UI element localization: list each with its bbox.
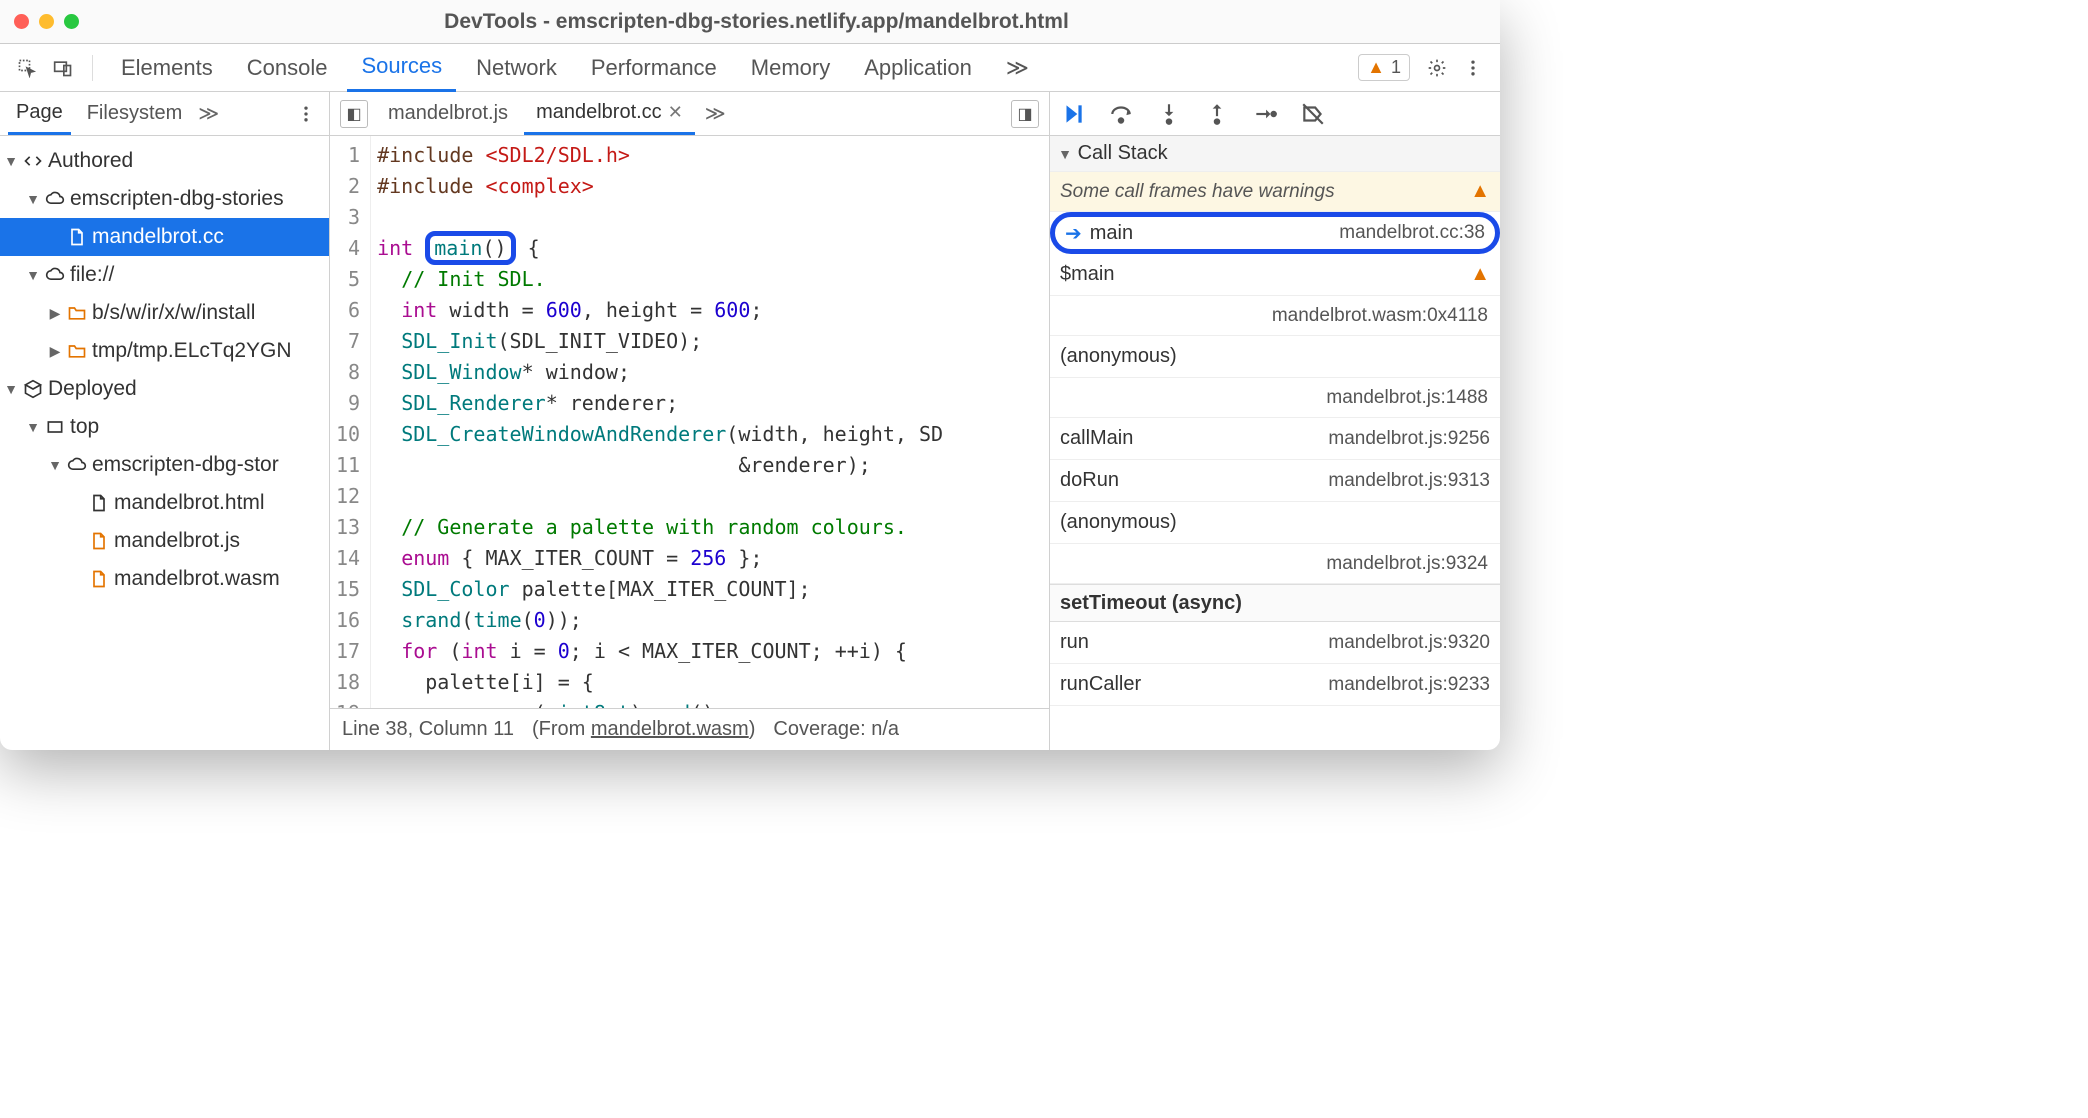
resume-icon[interactable] [1060, 101, 1086, 127]
warning-icon: ▲ [1470, 263, 1490, 286]
cloud-icon [66, 454, 88, 476]
tab-elements[interactable]: Elements [107, 45, 227, 91]
stack-frame[interactable]: (anonymous) [1050, 502, 1500, 544]
code-editor[interactable]: 12345678910111213141516171819 #include <… [330, 136, 1049, 708]
tree-item[interactable]: ▼file:// [0, 256, 329, 294]
tree-item[interactable]: ▼Deployed [0, 370, 329, 408]
cloud-icon [44, 264, 66, 286]
call-stack-header[interactable]: ▼ Call Stack [1050, 136, 1500, 172]
navigator-tab-page[interactable]: Page [8, 93, 71, 135]
minimize-button[interactable] [39, 14, 54, 29]
navigator-panel: Page Filesystem ≫ ▼Authored▼emscripten-d… [0, 92, 330, 750]
navigator-more-icon[interactable] [295, 103, 317, 125]
editor-tab-1[interactable]: mandelbrot.cc✕ [524, 93, 695, 135]
tree-item[interactable]: mandelbrot.wasm [0, 560, 329, 598]
tree-item[interactable]: ▶b/s/w/ir/x/w/install [0, 294, 329, 332]
close-button[interactable] [14, 14, 29, 29]
tab-application[interactable]: Application [850, 45, 986, 91]
call-stack-list-async: runmandelbrot.js:9320runCallermandelbrot… [1050, 622, 1500, 706]
file-o-icon [88, 568, 110, 590]
editor-panel: ◧ mandelbrot.js mandelbrot.cc✕ ≫ ◨ 12345… [330, 92, 1050, 750]
show-debugger-icon[interactable]: ◨ [1011, 100, 1039, 128]
device-icon[interactable] [52, 57, 74, 79]
settings-icon[interactable] [1426, 57, 1448, 79]
cloud-icon [44, 188, 66, 210]
coverage-status: Coverage: n/a [773, 718, 899, 741]
stack-frame[interactable]: callMainmandelbrot.js:9256 [1050, 418, 1500, 460]
async-boundary: setTimeout (async) [1050, 584, 1500, 622]
tree-item[interactable]: mandelbrot.html [0, 484, 329, 522]
stack-frame[interactable]: runCallermandelbrot.js:9233 [1050, 664, 1500, 706]
source-origin: (From mandelbrot.wasm) [532, 718, 755, 741]
stack-frame[interactable]: ➔mainmandelbrot.cc:38 [1050, 212, 1500, 254]
file-icon [66, 226, 88, 248]
debugger-panel: ▼ Call Stack Some call frames have warni… [1050, 92, 1500, 750]
folder-icon [66, 302, 88, 324]
show-navigator-icon[interactable]: ◧ [340, 100, 368, 128]
code-lines: #include <SDL2/SDL.h> #include <complex>… [371, 136, 949, 708]
titlebar: DevTools - emscripten-dbg-stories.netlif… [0, 0, 1500, 44]
tree-item[interactable]: ▼Authored [0, 142, 329, 180]
code-icon [22, 150, 44, 172]
step-into-icon[interactable] [1156, 101, 1182, 127]
warnings-badge[interactable]: ▲1 [1358, 54, 1410, 81]
tab-network[interactable]: Network [462, 45, 571, 91]
inspect-icon[interactable] [16, 57, 38, 79]
more-icon[interactable] [1462, 57, 1484, 79]
stack-frame[interactable]: doRunmandelbrot.js:9313 [1050, 460, 1500, 502]
tree-item[interactable]: ▼top [0, 408, 329, 446]
editor-tab-0[interactable]: mandelbrot.js [376, 94, 520, 133]
tree-item[interactable]: ▶tmp/tmp.ELcTq2YGN [0, 332, 329, 370]
cursor-position: Line 38, Column 11 [342, 718, 514, 741]
tab-console[interactable]: Console [233, 45, 342, 91]
call-stack-warning: Some call frames have warnings▲ [1050, 172, 1500, 212]
deploy-icon [22, 378, 44, 400]
step-icon[interactable] [1252, 101, 1278, 127]
tab-performance[interactable]: Performance [577, 45, 731, 91]
current-frame-arrow-icon: ➔ [1065, 221, 1082, 246]
tree-item[interactable]: ▼emscripten-dbg-stories [0, 180, 329, 218]
stack-frame-location: mandelbrot.js:9324 [1050, 544, 1500, 584]
folder-icon [66, 340, 88, 362]
stack-frame[interactable]: $main▲ [1050, 254, 1500, 296]
frame-icon [44, 416, 66, 438]
navigator-tab-filesystem[interactable]: Filesystem [79, 94, 191, 133]
step-over-icon[interactable] [1108, 101, 1134, 127]
stack-frame[interactable]: runmandelbrot.js:9320 [1050, 622, 1500, 664]
deactivate-breakpoints-icon[interactable] [1300, 101, 1326, 127]
tree-item[interactable]: mandelbrot.cc [0, 218, 329, 256]
window-title: DevTools - emscripten-dbg-stories.netlif… [97, 10, 1486, 34]
tab-sources[interactable]: Sources [347, 43, 456, 92]
line-gutter: 12345678910111213141516171819 [330, 136, 371, 708]
stack-frame-location: mandelbrot.wasm:0x4118 [1050, 296, 1500, 336]
window-controls [14, 14, 79, 29]
debugger-toolbar [1050, 92, 1500, 136]
tabs-overflow[interactable]: ≫ [992, 45, 1043, 91]
main-toolbar: Elements Console Sources Network Perform… [0, 44, 1500, 92]
tree-item[interactable]: ▼emscripten-dbg-stor [0, 446, 329, 484]
file-o-icon [88, 530, 110, 552]
stack-frame[interactable]: (anonymous) [1050, 336, 1500, 378]
file-icon [88, 492, 110, 514]
tab-memory[interactable]: Memory [737, 45, 844, 91]
file-tree: ▼Authored▼emscripten-dbg-storiesmandelbr… [0, 136, 329, 604]
tree-item[interactable]: mandelbrot.js [0, 522, 329, 560]
step-out-icon[interactable] [1204, 101, 1230, 127]
warning-icon: ▲ [1470, 180, 1490, 203]
stack-frame-location: mandelbrot.js:1488 [1050, 378, 1500, 418]
editor-tabs-overflow[interactable]: ≫ [699, 101, 732, 126]
maximize-button[interactable] [64, 14, 79, 29]
call-stack-list: ➔mainmandelbrot.cc:38$main▲mandelbrot.wa… [1050, 212, 1500, 584]
close-tab-icon[interactable]: ✕ [668, 102, 683, 123]
warning-icon: ▲ [1367, 57, 1385, 78]
navigator-tabs-overflow[interactable]: ≫ [198, 101, 219, 126]
editor-statusbar: Line 38, Column 11 (From mandelbrot.wasm… [330, 708, 1049, 750]
